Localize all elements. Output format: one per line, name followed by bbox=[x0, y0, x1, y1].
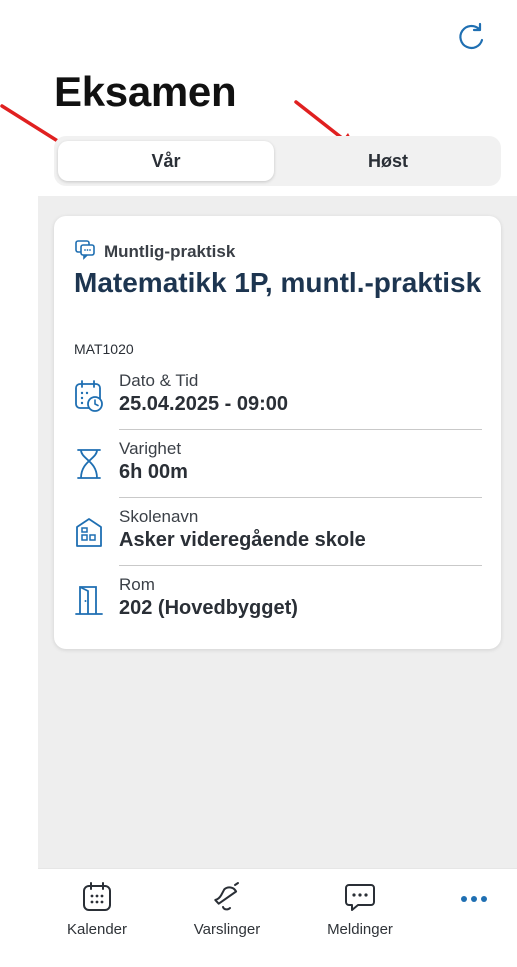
bell-icon bbox=[172, 881, 282, 913]
exam-code: MAT1020 bbox=[74, 341, 134, 357]
exam-title: Matematikk 1P, muntl.-praktisk bbox=[74, 267, 482, 298]
tab-label: Varslinger bbox=[193, 921, 261, 938]
detail-label: Dato & Tid bbox=[119, 371, 199, 390]
detail-value: Asker videregående skole bbox=[119, 529, 366, 551]
segment-host[interactable]: Høst bbox=[278, 141, 498, 181]
divider bbox=[119, 429, 482, 430]
detail-duration: Varighet 6h 00m bbox=[74, 439, 482, 499]
detail-label: Skolenavn bbox=[119, 507, 199, 526]
tab-kalender[interactable]: Kalender bbox=[42, 881, 152, 938]
exam-type: Muntlig-praktisk bbox=[104, 241, 236, 261]
exam-list: Muntlig-praktisk Matematikk 1P, muntl.-p… bbox=[38, 196, 517, 868]
tab-label: Meldinger bbox=[327, 921, 393, 938]
exam-card[interactable]: Muntlig-praktisk Matematikk 1P, muntl.-p… bbox=[54, 216, 501, 649]
detail-value: 6h 00m bbox=[119, 461, 188, 483]
hourglass-icon bbox=[74, 447, 104, 481]
segment-var[interactable]: Vår bbox=[58, 141, 274, 181]
detail-date-time: Dato & Tid 25.04.2025 - 09:00 bbox=[74, 371, 482, 431]
tab-meldinger[interactable]: Meldinger bbox=[305, 881, 415, 938]
door-icon bbox=[74, 583, 104, 617]
semester-segmented-control: Vår Høst bbox=[54, 136, 501, 186]
tab-varslinger[interactable]: Varslinger bbox=[172, 881, 282, 938]
tab-more[interactable] bbox=[419, 881, 517, 921]
calendar-clock-icon bbox=[74, 379, 104, 413]
calendar-icon bbox=[42, 881, 152, 913]
detail-value: 202 (Hovedbygget) bbox=[119, 597, 298, 619]
detail-room: Rom 202 (Hovedbygget) bbox=[74, 575, 482, 635]
speech-bubble-icon bbox=[74, 238, 96, 265]
bottom-tab-bar: Kalender Varslinger Meldinger bbox=[38, 868, 517, 967]
more-icon bbox=[419, 881, 517, 913]
refresh-icon[interactable] bbox=[452, 18, 490, 56]
detail-label: Varighet bbox=[119, 439, 182, 458]
chat-icon bbox=[305, 881, 415, 913]
divider bbox=[119, 497, 482, 498]
detail-school: Skolenavn Asker videregående skole bbox=[74, 507, 482, 567]
tab-label: Kalender bbox=[66, 921, 128, 938]
detail-value: 25.04.2025 - 09:00 bbox=[119, 393, 289, 415]
exam-type-row: Muntlig-praktisk bbox=[74, 238, 235, 265]
divider bbox=[119, 565, 482, 566]
detail-label: Rom bbox=[119, 575, 155, 594]
school-building-icon bbox=[74, 515, 104, 549]
